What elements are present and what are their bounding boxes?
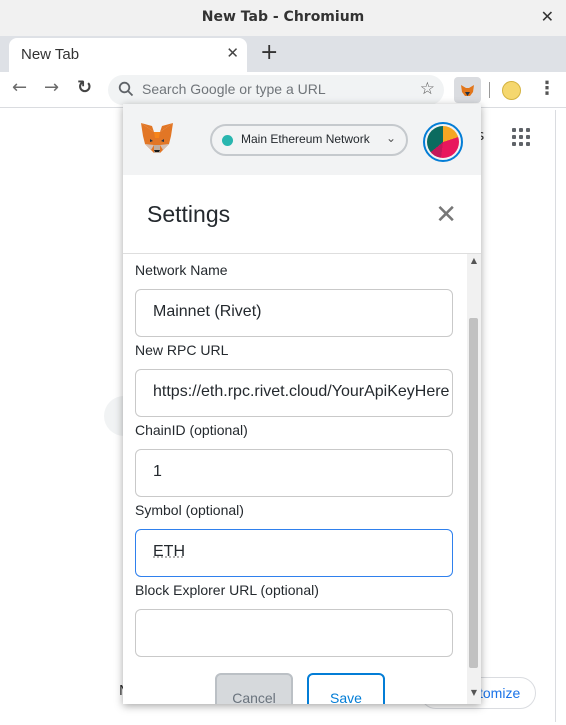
- chain-id-input[interactable]: 1: [135, 449, 453, 497]
- omnibox-placeholder: Search Google or type a URL: [142, 81, 326, 97]
- browser-toolbar: ← → ↻ Search Google or type a URL ☆ ⋮: [0, 72, 566, 108]
- metamask-logo-icon[interactable]: [139, 122, 175, 160]
- settings-title: Settings: [147, 201, 231, 227]
- forward-button[interactable]: →: [44, 77, 59, 98]
- new-tab-button[interactable]: +: [260, 40, 278, 65]
- profile-avatar-icon[interactable]: [502, 81, 521, 100]
- block-explorer-label: Block Explorer URL (optional): [135, 582, 319, 598]
- metamask-fox-icon: [461, 85, 474, 96]
- symbol-input[interactable]: ETH: [135, 529, 453, 577]
- save-button[interactable]: Save: [307, 673, 385, 704]
- identicon: [427, 126, 459, 158]
- tab-close-button[interactable]: ✕: [226, 44, 239, 62]
- page-scrollbar: [555, 110, 556, 722]
- back-button[interactable]: ←: [12, 77, 27, 98]
- settings-close-button[interactable]: ✕: [435, 200, 457, 230]
- browser-menu-button[interactable]: ⋮: [538, 78, 556, 99]
- network-name-label: Network Name: [135, 262, 228, 278]
- cancel-button[interactable]: Cancel: [215, 673, 293, 704]
- rpc-url-value: https://eth.rpc.rivet.cloud/YourApiKeyHe…: [153, 383, 450, 400]
- network-selector[interactable]: Main Ethereum Network ⌄: [210, 124, 408, 156]
- metamask-extension-button[interactable]: [454, 77, 481, 103]
- toolbar-divider: [489, 82, 490, 98]
- browser-window: New Tab - Chromium ✕ New Tab ✕ + ← → ↻ S…: [0, 0, 566, 725]
- apps-grid-icon[interactable]: [512, 128, 530, 146]
- omnibox[interactable]: Search Google or type a URL ☆: [108, 75, 444, 105]
- chain-id-value: 1: [153, 463, 162, 480]
- account-avatar[interactable]: [423, 122, 463, 162]
- block-explorer-input[interactable]: [135, 609, 453, 657]
- customize-label: tomize: [479, 685, 521, 701]
- metamask-popup: Main Ethereum Network ⌄ Settings ✕ Netwo…: [123, 104, 481, 704]
- bookmark-star-icon[interactable]: ☆: [420, 79, 435, 99]
- reload-button[interactable]: ↻: [77, 77, 92, 98]
- scrollbar-thumb[interactable]: [469, 318, 478, 668]
- title-bar: New Tab - Chromium ✕: [0, 0, 566, 36]
- network-status-dot: [222, 135, 233, 146]
- network-name-input[interactable]: Mainnet (Rivet): [135, 289, 453, 337]
- rpc-url-input[interactable]: https://eth.rpc.rivet.cloud/YourApiKeyHe…: [135, 369, 453, 417]
- symbol-label: Symbol (optional): [135, 502, 244, 518]
- tab-strip: New Tab ✕ +: [0, 36, 566, 72]
- search-icon: [118, 81, 134, 101]
- scroll-up-arrow-icon[interactable]: ▲: [467, 256, 481, 265]
- tab-label: New Tab: [21, 46, 80, 63]
- chevron-down-icon: ⌄: [385, 131, 396, 145]
- window-close-button[interactable]: ✕: [541, 7, 554, 26]
- network-label: Main Ethereum Network: [241, 132, 370, 146]
- scroll-down-arrow-icon[interactable]: ▼: [467, 688, 481, 697]
- network-form: Network Name Mainnet (Rivet) New RPC URL…: [123, 254, 481, 704]
- network-name-value: Mainnet (Rivet): [153, 303, 262, 320]
- symbol-value: ETH: [153, 543, 185, 560]
- tab-new-tab[interactable]: New Tab ✕: [9, 38, 247, 72]
- rpc-url-label: New RPC URL: [135, 342, 229, 358]
- chain-id-label: ChainID (optional): [135, 422, 248, 438]
- window-title: New Tab - Chromium: [201, 9, 365, 25]
- metamask-header: Main Ethereum Network ⌄: [123, 104, 481, 175]
